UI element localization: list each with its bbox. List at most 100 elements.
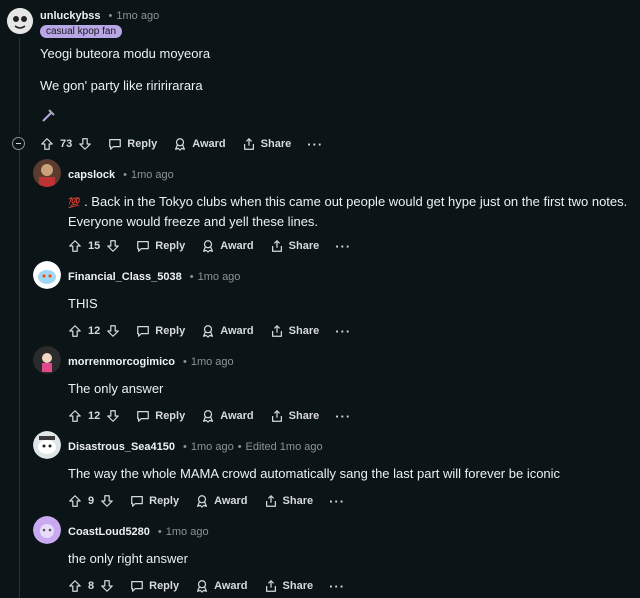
reply-button[interactable]: Reply [130,494,179,508]
reply-icon [108,137,122,151]
award-button[interactable]: Award [195,579,248,593]
timestamp: 1mo ago [165,526,209,538]
upvote-icon[interactable] [68,494,82,508]
action-bar: 12 Reply Award Share ··· [68,322,351,340]
avatar[interactable] [33,431,61,459]
username[interactable]: Disastrous_Sea4150 [68,441,175,453]
reply-button[interactable]: Reply [130,579,179,593]
action-bar: 15 Reply Award Share ··· [68,237,351,255]
comment-meta: morrenmorcogimico • 1mo ago [68,356,234,368]
award-icon [173,137,187,151]
username[interactable]: capslock [68,169,115,181]
share-label: Share [288,240,320,252]
reply-icon [136,324,150,338]
more-icon[interactable]: ··· [329,494,345,509]
vote-count: 12 [88,325,101,337]
vote-group: 15 [68,239,120,253]
separator-dot: • [183,441,187,453]
emoji: 💯 [68,198,81,209]
award-icon [195,579,209,593]
award-button[interactable]: Award [195,494,248,508]
award-label: Award [214,580,248,592]
timestamp: 1mo ago [190,441,234,453]
vote-group: 73 [40,137,92,151]
comment-body: We gon' party like riririrarara [40,78,203,93]
comment-meta: CoastLoud5280 • 1mo ago [68,526,209,538]
share-button[interactable]: Share [270,324,319,338]
separator-dot: • [123,169,127,181]
avatar[interactable] [33,346,61,374]
username[interactable]: CoastLoud5280 [68,526,150,538]
share-icon [242,137,256,151]
pickaxe-icon [41,109,55,128]
thread-line [19,38,20,134]
comment-body-line: . Back in the Tokyo clubs when this came… [84,194,628,209]
share-label: Share [260,138,292,150]
upvote-icon[interactable] [40,137,54,151]
separator-dot: • [237,441,242,453]
share-icon [264,579,278,593]
user-flair: casual kpop fan [40,25,123,38]
award-button[interactable]: Award [201,239,254,253]
share-icon [270,409,284,423]
share-button[interactable]: Share [264,579,314,593]
award-label: Award [220,410,254,422]
collapse-icon[interactable] [12,137,25,150]
award-icon [201,409,215,423]
share-button[interactable]: Share [242,137,292,151]
vote-group: 12 [68,324,120,338]
award-icon [201,324,215,338]
vote-count: 12 [88,410,101,422]
reply-label: Reply [149,495,180,507]
comment-meta: Disastrous_Sea4150 • 1mo ago • Edited 1mo ag… [68,441,323,453]
avatar[interactable] [33,516,61,544]
upvote-icon[interactable] [68,409,82,423]
comment-body: The only answer [68,381,164,396]
separator-dot: • [189,271,194,283]
timestamp: 1mo ago [116,10,160,22]
share-label: Share [282,580,314,592]
downvote-icon[interactable] [106,239,120,253]
award-label: Award [192,138,226,150]
award-label: Award [220,240,254,252]
downvote-icon[interactable] [100,579,114,593]
more-icon[interactable]: ··· [335,239,351,254]
upvote-icon[interactable] [68,579,82,593]
award-button[interactable]: Award [201,409,254,423]
vote-group: 9 [68,494,114,508]
reply-icon [136,409,150,423]
award-label: Award [220,325,254,337]
more-icon[interactable]: ··· [335,409,351,424]
downvote-icon[interactable] [78,137,92,151]
award-button[interactable]: Award [201,324,254,338]
share-button[interactable]: Share [264,494,313,508]
username[interactable]: Financial_Class_5038 [68,271,182,283]
avatar[interactable] [33,159,61,187]
username[interactable]: morrenmorcogimico [68,356,175,368]
more-icon[interactable]: ··· [329,579,345,594]
reply-label: Reply [155,410,186,422]
reply-button[interactable]: Reply [136,324,185,338]
upvote-icon[interactable] [68,324,82,338]
share-icon [270,239,284,253]
share-icon [270,324,284,338]
reply-button[interactable]: Reply [108,137,157,151]
upvote-icon[interactable] [68,239,82,253]
username[interactable]: unluckybss [40,10,101,22]
vote-count: 15 [88,240,101,252]
avatar[interactable] [7,8,33,34]
award-button[interactable]: Award [173,137,226,151]
downvote-icon[interactable] [106,409,120,423]
more-icon[interactable]: ··· [335,324,351,339]
comment-body: The way the whole MAMA crowd automatical… [68,466,561,481]
downvote-icon[interactable] [100,494,114,508]
action-bar: 9 Reply Award Share ··· [68,492,345,510]
share-button[interactable]: Share [270,239,320,253]
reply-button[interactable]: Reply [136,409,185,423]
more-icon[interactable]: ··· [307,137,323,152]
downvote-icon[interactable] [106,324,120,338]
avatar[interactable] [33,261,61,289]
share-button[interactable]: Share [270,409,319,423]
reply-button[interactable]: Reply [136,239,185,253]
separator-dot: • [157,526,162,538]
